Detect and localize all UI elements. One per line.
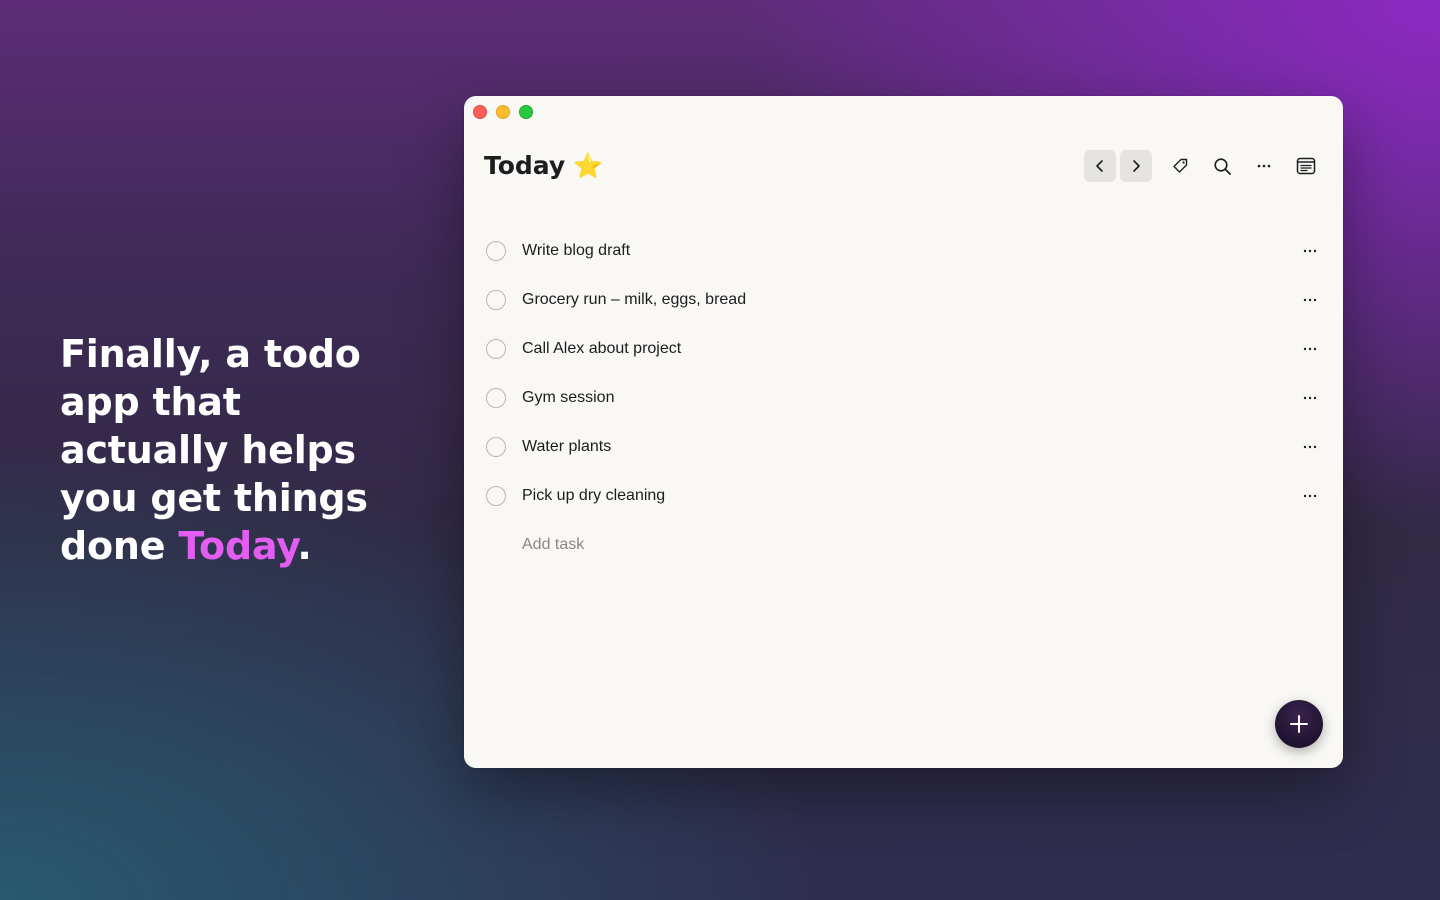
task-text[interactable]: Pick up dry cleaning (522, 487, 1296, 505)
task-item[interactable]: Grocery run – milk, eggs, bread (484, 275, 1324, 324)
task-text[interactable]: Call Alex about project (522, 340, 1296, 358)
previous-day-button[interactable] (1084, 150, 1116, 182)
plus-icon (1290, 715, 1308, 733)
task-more-button[interactable] (1296, 433, 1324, 461)
window-controls (473, 105, 533, 119)
task-checkbox[interactable] (486, 289, 506, 310)
notes-panel-button[interactable] (1290, 150, 1322, 182)
task-more-button[interactable] (1296, 335, 1324, 363)
task-checkbox[interactable] (486, 338, 506, 359)
more-icon (1303, 494, 1317, 497)
task-more-button[interactable] (1296, 237, 1324, 265)
more-icon (1303, 396, 1317, 399)
task-text[interactable]: Gym session (522, 389, 1296, 407)
task-text[interactable]: Write blog draft (522, 242, 1296, 260)
more-icon (1303, 298, 1317, 301)
task-more-button[interactable] (1296, 482, 1324, 510)
star-icon: ⭐ (573, 152, 604, 180)
maximize-window-button[interactable] (519, 105, 533, 119)
task-checkbox[interactable] (486, 240, 506, 261)
minimize-window-button[interactable] (496, 105, 510, 119)
task-more-button[interactable] (1296, 286, 1324, 314)
task-item[interactable]: Write blog draft (484, 226, 1324, 275)
more-icon (1303, 445, 1317, 448)
notes-icon (1296, 157, 1316, 175)
task-more-button[interactable] (1296, 384, 1324, 412)
task-checkbox[interactable] (486, 485, 506, 506)
task-checkbox[interactable] (486, 387, 506, 408)
task-item[interactable]: Water plants (484, 422, 1324, 471)
headline-end: . (297, 524, 312, 568)
task-text[interactable]: Water plants (522, 438, 1296, 456)
more-options-button[interactable] (1248, 150, 1280, 182)
close-window-button[interactable] (473, 105, 487, 119)
add-task-button[interactable] (1275, 700, 1323, 748)
more-icon (1303, 347, 1317, 350)
more-icon (1303, 249, 1317, 252)
page-title: Today ⭐ (484, 148, 603, 184)
page-title-text: Today (484, 151, 566, 180)
search-button[interactable] (1206, 150, 1238, 182)
tag-icon (1173, 158, 1188, 173)
tags-button[interactable] (1164, 150, 1196, 182)
toolbar (1084, 150, 1324, 182)
more-icon (1257, 164, 1271, 168)
chevron-right-icon (1133, 160, 1140, 172)
task-item[interactable]: Gym session (484, 373, 1324, 422)
task-checkbox[interactable] (486, 436, 506, 457)
add-task-input[interactable]: Add task (522, 536, 584, 554)
next-day-button[interactable] (1120, 150, 1152, 182)
task-item[interactable]: Call Alex about project (484, 324, 1324, 373)
app-window: Today ⭐ Write blog draft Grocery run – m… (464, 96, 1343, 768)
chevron-left-icon (1096, 160, 1103, 172)
task-list: Write blog draft Grocery run – milk, egg… (484, 226, 1324, 520)
task-text[interactable]: Grocery run – milk, eggs, bread (522, 291, 1296, 309)
task-item[interactable]: Pick up dry cleaning (484, 471, 1324, 520)
headline-accent: Today (178, 524, 298, 568)
search-icon (1213, 157, 1231, 175)
headline: Finally, a todo app that actually helps … (60, 330, 420, 570)
